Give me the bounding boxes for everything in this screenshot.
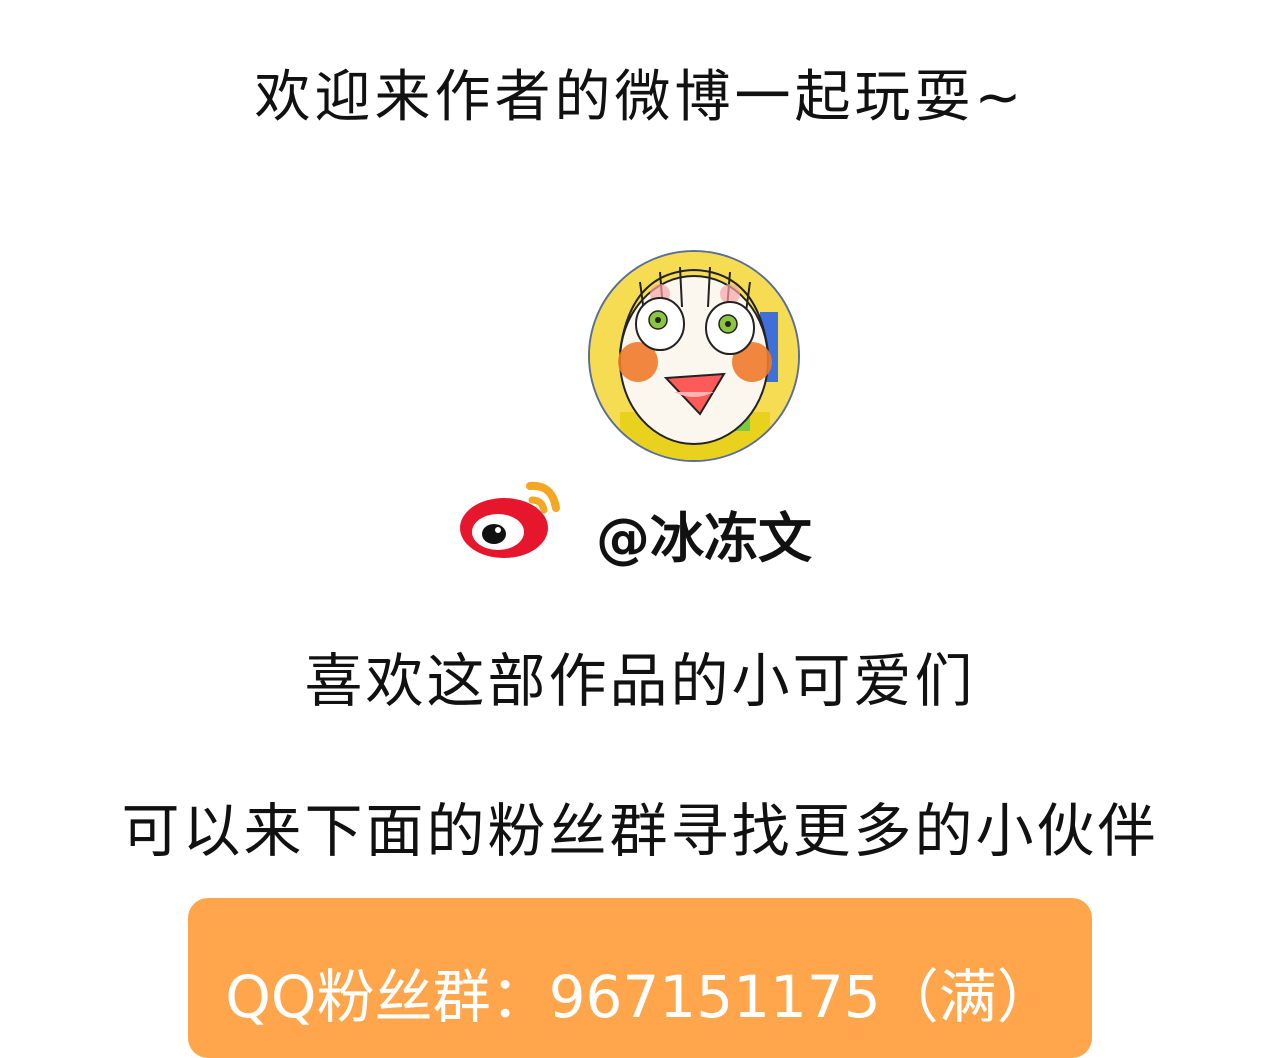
invite-line-2: 可以来下面的粉丝群寻找更多的小伙伴 [121, 797, 1159, 865]
qq-group-banner: QQ粉丝群：967151175（满） [188, 898, 1092, 1058]
qq-group-text: QQ粉丝群：967151175（满） [225, 963, 1055, 1031]
weibo-handle: @冰冻文 [596, 507, 812, 570]
weibo-account: @冰冻文 [458, 472, 858, 570]
page-title: 欢迎来作者的微博一起玩耍~ [254, 65, 1026, 130]
invite-line-1: 喜欢这部作品的小可爱们 [304, 647, 976, 715]
weibo-logo-icon [460, 481, 560, 558]
author-avatar [588, 250, 800, 462]
